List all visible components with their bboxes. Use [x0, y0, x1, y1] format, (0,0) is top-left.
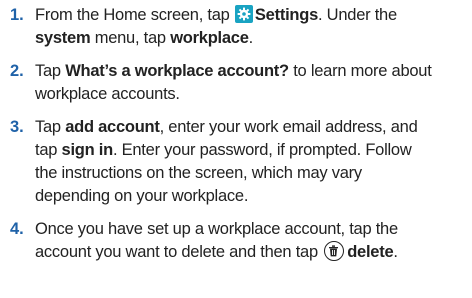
bold-term: What’s a workplace account?: [65, 62, 289, 80]
bold-term: add account: [65, 118, 160, 136]
text-run: .: [248, 29, 254, 47]
step-line: From the Home screen, tap Settings. Unde…: [35, 4, 472, 27]
gear-icon: [234, 5, 253, 23]
text-run: From the Home screen, tap: [35, 6, 234, 24]
step-line: tap sign in. Enter your password, if pro…: [35, 139, 472, 162]
step-line: Once you have set up a workplace account…: [35, 218, 472, 241]
text-run: Once you have set up a workplace account…: [35, 220, 398, 238]
step-number: 3.: [10, 118, 24, 136]
text-run: tap: [35, 141, 62, 159]
text-run: menu, tap: [90, 29, 171, 47]
text-run: workplace accounts.: [35, 85, 180, 103]
text-run: to learn more about: [288, 62, 432, 80]
step-line: Tap What’s a workplace account? to learn…: [35, 60, 472, 83]
step-line: account you want to delete and then tap …: [35, 241, 472, 264]
text-run: the instructions on the screen, which ma…: [35, 164, 362, 182]
text-run: .: [393, 243, 398, 261]
bold-term: system: [35, 29, 91, 47]
step-line: depending on your workplace.: [35, 185, 472, 208]
text-run: Tap: [35, 118, 66, 136]
step-number: 4.: [10, 220, 24, 238]
text-run: Tap: [35, 62, 66, 80]
bold-term: sign in: [61, 141, 114, 159]
step-line: the instructions on the screen, which ma…: [35, 162, 472, 185]
bold-term: workplace: [170, 29, 249, 47]
text-run: depending on your workplace.: [35, 187, 249, 205]
step-number: 1.: [10, 6, 24, 24]
text-run: , enter your work email address, and: [159, 118, 418, 136]
step-line: Tap add account, enter your work email a…: [35, 116, 472, 139]
step-text: Tap What’s a workplace account? to learn…: [35, 60, 472, 106]
step-number: 2.: [10, 62, 24, 80]
bold-term: delete: [347, 243, 394, 261]
step-line: workplace accounts.: [35, 83, 472, 106]
step-text: Tap add account, enter your work email a…: [35, 116, 472, 208]
trash-icon: [324, 241, 345, 261]
bold-term: Settings: [254, 6, 319, 24]
instruction-page: 1. From the Home screen, tap Settings. U…: [0, 0, 472, 298]
text-run: . Under the: [318, 6, 397, 24]
text-run: account you want to delete and then tap: [35, 243, 323, 261]
step-text: From the Home screen, tap Settings. Unde…: [35, 4, 472, 50]
step-line: system menu, tap workplace.: [35, 27, 472, 50]
text-run: . Enter your password, if prompted. Foll…: [112, 141, 412, 159]
step-text: Once you have set up a workplace account…: [35, 218, 472, 264]
